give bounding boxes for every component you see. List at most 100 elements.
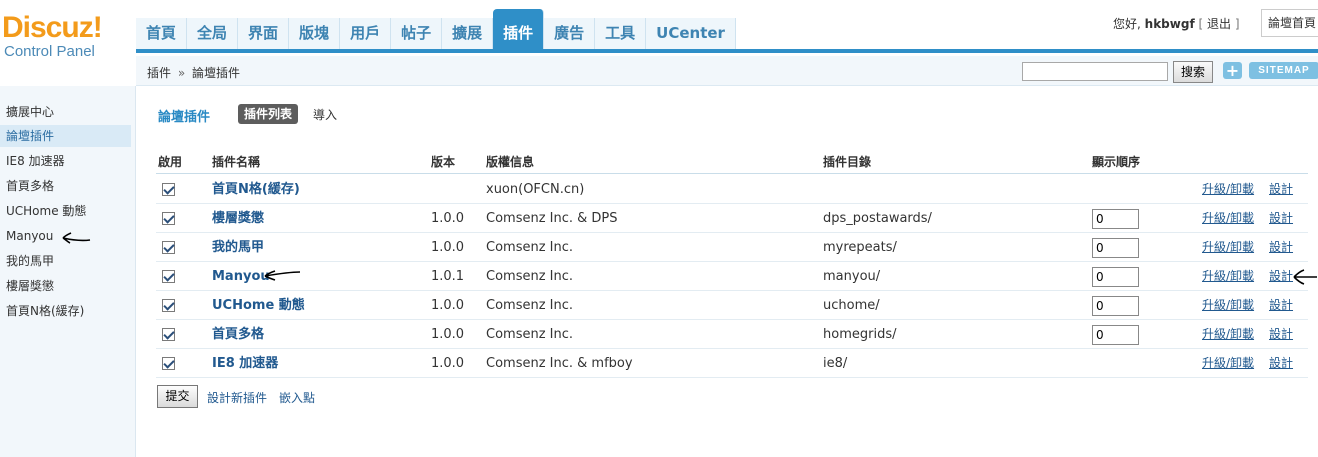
plugin-directory: dps_postawards/: [823, 211, 932, 226]
plugin-name-link[interactable]: 我的馬甲: [212, 233, 264, 262]
search-input[interactable]: [1022, 62, 1168, 81]
sidebar-item-uchome-feed[interactable]: UCHome 動態: [0, 200, 131, 222]
sidebar-item-forum-plugins[interactable]: 論壇插件: [0, 125, 131, 147]
plugin-name-link[interactable]: IE8 加速器: [212, 349, 278, 378]
breadcrumb-bar: 插件 » 論壇插件 搜索 + SITEMAP: [136, 56, 1318, 86]
upgrade-uninstall-link[interactable]: 升級/卸載: [1202, 349, 1254, 378]
column-header-enabled: 啟用: [158, 155, 183, 169]
enable-checkbox[interactable]: [162, 328, 175, 341]
enable-checkbox[interactable]: [162, 299, 175, 312]
display-order-input[interactable]: 0: [1092, 267, 1139, 287]
table-row: 首頁N格(緩存) xuon(OFCN.cn) 升級/卸載 設計: [156, 175, 1308, 204]
table-row: 首頁多格 1.0.0 Comsenz Inc. homegrids/ 0 升級/…: [156, 320, 1308, 349]
enable-checkbox[interactable]: [162, 183, 175, 196]
enable-checkbox[interactable]: [162, 212, 175, 225]
plugin-name-link[interactable]: 首頁N格(緩存): [212, 175, 300, 204]
upgrade-uninstall-link[interactable]: 升級/卸載: [1202, 291, 1254, 320]
enable-checkbox[interactable]: [162, 357, 175, 370]
logout-bracket-close: ]: [1234, 17, 1240, 31]
design-new-plugin-link[interactable]: 設計新插件: [207, 389, 267, 406]
topnav-extensions[interactable]: 擴展: [442, 18, 494, 49]
sidebar-item-ie8-accelerator[interactable]: IE8 加速器: [0, 150, 131, 172]
table-row: Manyou 1.0.1 Comsenz Inc. manyou/ 0 升級/卸…: [156, 262, 1308, 291]
plugin-name-link[interactable]: 首頁多格: [212, 320, 264, 349]
topnav-tools[interactable]: 工具: [595, 18, 647, 49]
design-link[interactable]: 設計: [1269, 320, 1293, 349]
column-header-version: 版本: [431, 155, 456, 169]
annotation-arrow-icon: [264, 270, 301, 281]
tab-import[interactable]: 導入: [313, 106, 337, 123]
plugin-directory: myrepeats/: [823, 240, 897, 255]
plugin-name-link[interactable]: 樓層獎懲: [212, 204, 264, 233]
upgrade-uninstall-link[interactable]: 升級/卸載: [1202, 233, 1254, 262]
display-order-input[interactable]: 0: [1092, 296, 1139, 316]
plugin-directory: manyou/: [823, 269, 881, 284]
topnav-ads[interactable]: 廣告: [544, 18, 596, 49]
design-link[interactable]: 設計: [1269, 233, 1293, 262]
search-button[interactable]: 搜索: [1173, 61, 1213, 83]
logo-text: Discuz!: [2, 11, 103, 44]
sidebar-item-home-grids[interactable]: 首頁多格: [0, 175, 131, 197]
display-order-input[interactable]: 0: [1092, 325, 1139, 345]
upgrade-uninstall-link[interactable]: 升級/卸載: [1202, 204, 1254, 233]
topnav-plugins[interactable]: 插件: [493, 9, 545, 49]
topnav-ucenter[interactable]: UCenter: [646, 18, 736, 49]
plugin-directory: uchome/: [823, 298, 880, 313]
submit-button[interactable]: 提交: [157, 385, 198, 408]
breadcrumb: 插件 » 論壇插件: [147, 64, 240, 81]
breadcrumb-root[interactable]: 插件: [147, 66, 171, 80]
plugin-copyright: Comsenz Inc.: [486, 240, 574, 255]
logout-link[interactable]: 退出: [1207, 17, 1231, 31]
plugin-name-link[interactable]: UCHome 動態: [212, 291, 305, 320]
sidebar-item-post-awards[interactable]: 樓層獎懲: [0, 275, 131, 297]
tab-plugin-list[interactable]: 插件列表: [238, 104, 299, 124]
plugin-version: 1.0.0: [431, 327, 465, 342]
enable-checkbox[interactable]: [162, 241, 175, 254]
upgrade-uninstall-link[interactable]: 升級/卸載: [1202, 262, 1254, 291]
sitemap-button[interactable]: SITEMAP: [1249, 62, 1318, 79]
breadcrumb-current: 論壇插件: [192, 66, 241, 80]
sidebar: 擴展中心 論壇插件 IE8 加速器 首頁多格 UCHome 動態 Manyou …: [0, 86, 136, 457]
plugin-copyright: Comsenz Inc.: [486, 298, 574, 313]
plugin-copyright: Comsenz Inc.: [486, 327, 574, 342]
display-order-input[interactable]: 0: [1092, 209, 1139, 229]
design-link[interactable]: 設計: [1269, 204, 1293, 233]
breadcrumb-separator: »: [177, 66, 186, 80]
enable-checkbox[interactable]: [162, 270, 175, 283]
username: hkbwgf: [1144, 17, 1195, 31]
table-header-divider: [156, 173, 1308, 174]
column-header-directory: 插件目錄: [823, 155, 872, 169]
user-info: 您好, hkbwgf [ 退出 ]: [1113, 15, 1240, 32]
plugin-copyright: Comsenz Inc. & mfboy: [486, 356, 633, 371]
plugin-name-link[interactable]: Manyou: [212, 262, 270, 291]
sidebar-item-extension-center[interactable]: 擴展中心: [0, 101, 131, 123]
row-divider: [156, 377, 1308, 378]
logout-bracket-open: [: [1198, 17, 1204, 31]
topnav-posts[interactable]: 帖子: [391, 18, 443, 49]
page-title: 論壇插件: [158, 110, 211, 125]
design-link[interactable]: 設計: [1269, 175, 1293, 204]
topnav-forums[interactable]: 版塊: [289, 18, 341, 49]
logo[interactable]: Discuz! Control Panel: [0, 12, 134, 60]
table-row: IE8 加速器 1.0.0 Comsenz Inc. & mfboy ie8/ …: [156, 349, 1308, 378]
topnav-home[interactable]: 首頁: [136, 18, 188, 49]
topnav-underline: [136, 49, 1318, 53]
sidebar-item-home-n-grids[interactable]: 首頁N格(緩存): [0, 300, 131, 322]
design-link[interactable]: 設計: [1269, 291, 1293, 320]
topnav-users[interactable]: 用戶: [340, 18, 392, 49]
table-row: 我的馬甲 1.0.0 Comsenz Inc. myrepeats/ 0 升級/…: [156, 233, 1308, 262]
hooks-link[interactable]: 嵌入點: [279, 389, 315, 406]
top-navigation: 首頁 全局 界面 版塊 用戶 帖子 擴展 插件 廣告 工具 UCenter: [136, 9, 736, 49]
upgrade-uninstall-link[interactable]: 升級/卸載: [1202, 320, 1254, 349]
plugin-version: 1.0.0: [431, 211, 465, 226]
annotation-arrow-icon: [1293, 269, 1317, 285]
design-link[interactable]: 設計: [1269, 349, 1293, 378]
display-order-input[interactable]: 0: [1092, 238, 1139, 258]
plus-icon[interactable]: +: [1223, 62, 1242, 79]
topnav-interface[interactable]: 界面: [238, 18, 290, 49]
sidebar-item-my-repeats[interactable]: 我的馬甲: [0, 250, 131, 272]
upgrade-uninstall-link[interactable]: 升級/卸載: [1202, 175, 1254, 204]
frontend-select[interactable]: 論壇首頁: [1261, 9, 1318, 37]
topnav-global[interactable]: 全局: [187, 18, 239, 49]
plugin-copyright: Comsenz Inc. & DPS: [486, 211, 618, 226]
